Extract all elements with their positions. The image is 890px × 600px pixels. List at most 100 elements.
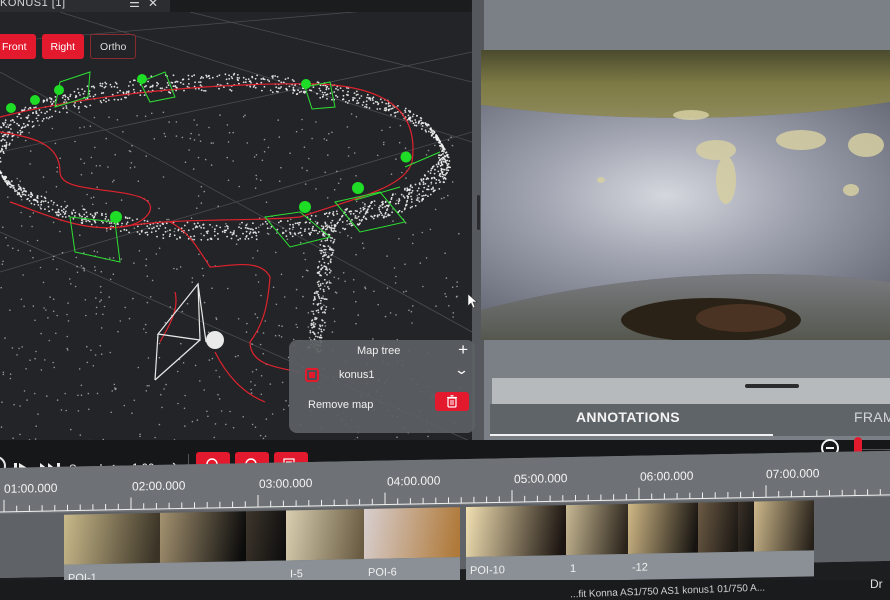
chevron-down-icon[interactable]: ⌄ xyxy=(454,362,469,378)
cloud-point xyxy=(174,81,177,84)
poi-thumbnail[interactable] xyxy=(286,509,364,561)
cloud-point xyxy=(450,136,452,138)
cloud-point xyxy=(168,218,170,221)
poi-label-area[interactable] xyxy=(754,550,814,578)
map-tree-item[interactable]: konus1 xyxy=(305,368,374,382)
add-map-icon[interactable]: + xyxy=(458,340,468,360)
cloud-point xyxy=(226,124,229,126)
poi-label-area[interactable] xyxy=(698,551,738,579)
cloud-point xyxy=(90,156,93,159)
zoom-slider-track[interactable] xyxy=(862,449,890,450)
poi-label: POI-10 xyxy=(470,564,505,577)
cloud-point xyxy=(409,185,412,188)
keyframe-dot[interactable] xyxy=(352,182,364,194)
keyframe-dot[interactable] xyxy=(400,151,412,163)
active-tab-indicator xyxy=(490,434,773,436)
camera-ray xyxy=(154,339,201,381)
cloud-point xyxy=(3,178,5,181)
keyframe-dot[interactable] xyxy=(54,85,64,95)
cloud-point xyxy=(193,235,196,238)
tick-label: 06:00.000 xyxy=(640,468,694,484)
poi-thumbnail[interactable] xyxy=(466,505,566,558)
keyframe-dot[interactable] xyxy=(299,201,311,213)
poi-thumbnail[interactable] xyxy=(364,507,460,560)
keyframe-dot[interactable] xyxy=(30,95,40,105)
cloud-point xyxy=(17,184,20,186)
cloud-point xyxy=(65,210,67,213)
cloud-point xyxy=(106,230,108,232)
cloud-point xyxy=(99,164,101,167)
cloud-point xyxy=(143,94,146,96)
keyframe-dot[interactable] xyxy=(301,79,311,89)
tab-annotations[interactable]: ANNOTATIONS xyxy=(576,409,680,425)
cloud-point xyxy=(9,123,12,126)
poi-thumbnail[interactable] xyxy=(566,503,628,556)
keyframe-dot[interactable] xyxy=(6,103,16,113)
cloud-point xyxy=(316,92,318,95)
cloud-point xyxy=(333,240,335,243)
cloud-point xyxy=(132,297,134,300)
keyframe-dot[interactable] xyxy=(137,74,147,84)
cloud-point xyxy=(105,202,107,205)
cloud-point xyxy=(274,334,277,337)
cloud-point xyxy=(163,132,166,135)
camera-position-marker[interactable] xyxy=(206,331,224,349)
cloud-point xyxy=(331,131,333,134)
poi-thumbnail[interactable] xyxy=(628,502,698,554)
cloud-point xyxy=(94,269,96,272)
cloud-point xyxy=(408,188,411,191)
poi-thumbnail[interactable] xyxy=(738,501,754,552)
cloud-point xyxy=(362,201,364,204)
cloud-point xyxy=(395,158,397,160)
poi-thumbnail[interactable] xyxy=(64,512,160,565)
cloud-point xyxy=(108,296,110,298)
cloud-point xyxy=(427,149,430,152)
poi-thumbnail[interactable] xyxy=(246,510,286,562)
ortho-toggle-button[interactable]: Ortho xyxy=(90,34,137,59)
timeline[interactable]: 01:00.000 02:00.000 03:00.000 04:00.000 … xyxy=(0,450,890,591)
cloud-point xyxy=(103,305,106,308)
cloud-point xyxy=(341,221,344,223)
cloud-point xyxy=(299,231,301,234)
cloud-point xyxy=(86,361,89,364)
list-icon[interactable]: ☰ xyxy=(129,0,140,10)
front-view-button[interactable]: Front xyxy=(0,34,36,59)
cloud-point xyxy=(16,354,18,356)
cloud-point xyxy=(344,228,347,230)
cloud-point xyxy=(40,195,43,198)
cloud-point xyxy=(360,210,362,213)
poi-thumbnail[interactable] xyxy=(160,511,246,563)
cloud-point xyxy=(333,224,336,227)
cloud-point xyxy=(86,215,88,218)
cloud-point xyxy=(193,119,195,121)
frame-image-viewer[interactable] xyxy=(481,50,890,340)
cloud-point xyxy=(255,368,258,371)
splitter-handle[interactable] xyxy=(477,195,480,230)
cloud-point xyxy=(52,310,55,313)
cloud-point xyxy=(65,206,67,209)
poi-thumbnail[interactable] xyxy=(698,501,738,553)
remove-map-button[interactable] xyxy=(435,392,469,411)
grid-line xyxy=(59,12,472,143)
cloud-point xyxy=(395,314,397,316)
cloud-point xyxy=(75,256,78,259)
poi-label-area[interactable] xyxy=(738,551,754,578)
cloud-point xyxy=(219,226,222,229)
cloud-point xyxy=(110,411,112,414)
cloud-point xyxy=(325,266,328,269)
cloud-point xyxy=(325,253,327,256)
right-view-button[interactable]: Right xyxy=(41,34,85,59)
cloud-point xyxy=(205,230,208,233)
cloud-point xyxy=(269,227,272,230)
cloud-point xyxy=(359,207,362,210)
poi-thumbnail[interactable] xyxy=(754,500,814,552)
cloud-point xyxy=(218,87,220,90)
tab-frames[interactable]: FRAM xyxy=(854,409,890,425)
close-icon[interactable]: ✕ xyxy=(148,0,158,10)
cloud-point xyxy=(30,202,33,205)
panel-resize-bar[interactable] xyxy=(492,378,890,404)
cloud-point xyxy=(194,81,197,84)
map-visibility-checkbox[interactable] xyxy=(305,368,319,382)
resize-handle[interactable] xyxy=(745,384,799,388)
keyframe-dot[interactable] xyxy=(110,211,122,223)
